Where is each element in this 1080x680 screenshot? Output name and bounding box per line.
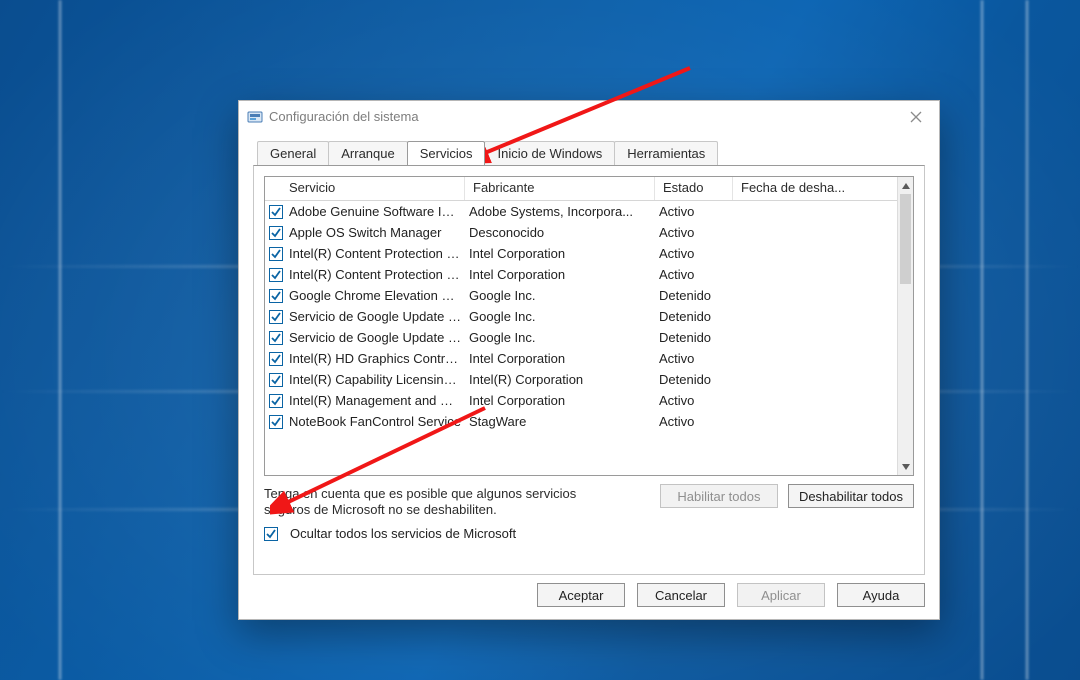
table-row[interactable]: Apple OS Switch ManagerDesconocidoActivo (265, 222, 897, 243)
list-header[interactable]: Servicio Fabricante Estado Fecha de desh… (265, 177, 913, 201)
services-listbox: Servicio Fabricante Estado Fecha de desh… (264, 176, 914, 476)
list-body[interactable]: Adobe Genuine Software Integri...Adobe S… (265, 201, 897, 475)
col-fecha[interactable]: Fecha de desha... (733, 177, 913, 200)
titlebar[interactable]: Configuración del sistema (239, 101, 939, 133)
checkbox-icon[interactable] (269, 310, 283, 324)
help-button[interactable]: Ayuda (837, 583, 925, 607)
checkbox-icon[interactable] (269, 205, 283, 219)
service-state: Detenido (659, 288, 737, 303)
service-name: Intel(R) Content Protection HEC... (289, 246, 469, 261)
service-name: Servicio de Google Update (gup... (289, 309, 469, 324)
service-manufacturer: Intel Corporation (469, 351, 659, 366)
checkbox-icon[interactable] (269, 247, 283, 261)
service-name: Intel(R) Content Protection HDC... (289, 267, 469, 282)
checkbox-icon[interactable] (269, 331, 283, 345)
table-row[interactable]: Intel(R) Content Protection HDC...Intel … (265, 264, 897, 285)
checkbox-icon[interactable] (269, 352, 283, 366)
col-estado[interactable]: Estado (655, 177, 733, 200)
service-state: Activo (659, 393, 737, 408)
service-manufacturer: Adobe Systems, Incorpora... (469, 204, 659, 219)
service-name: Apple OS Switch Manager (289, 225, 469, 240)
service-manufacturer: Intel(R) Corporation (469, 372, 659, 387)
service-name: NoteBook FanControl Service (289, 414, 469, 429)
table-row[interactable]: NoteBook FanControl ServiceStagWareActiv… (265, 411, 897, 432)
tab-arranque[interactable]: Arranque (328, 141, 407, 165)
tab-inicio-windows[interactable]: Inicio de Windows (484, 141, 615, 165)
service-manufacturer: Google Inc. (469, 330, 659, 345)
table-row[interactable]: Intel(R) Content Protection HEC...Intel … (265, 243, 897, 264)
table-row[interactable]: Servicio de Google Update (gup...Google … (265, 327, 897, 348)
scroll-thumb[interactable] (900, 194, 911, 284)
apply-button[interactable]: Aplicar (737, 583, 825, 607)
checkbox-icon (264, 527, 278, 541)
service-state: Activo (659, 204, 737, 219)
service-manufacturer: Google Inc. (469, 288, 659, 303)
service-state: Activo (659, 414, 737, 429)
vertical-scrollbar[interactable] (897, 177, 913, 475)
checkbox-icon[interactable] (269, 415, 283, 429)
tab-herramientas[interactable]: Herramientas (614, 141, 718, 165)
ok-button[interactable]: Aceptar (537, 583, 625, 607)
service-manufacturer: Intel Corporation (469, 393, 659, 408)
enable-all-button[interactable]: Habilitar todos (660, 484, 778, 508)
disable-all-button[interactable]: Deshabilitar todos (788, 484, 914, 508)
service-name: Intel(R) Capability Licensing Ser... (289, 372, 469, 387)
service-manufacturer: Google Inc. (469, 309, 659, 324)
checkbox-icon[interactable] (269, 226, 283, 240)
service-manufacturer: Intel Corporation (469, 267, 659, 282)
tab-general[interactable]: General (257, 141, 329, 165)
service-name: Intel(R) Management and Securi... (289, 393, 469, 408)
table-row[interactable]: Intel(R) HD Graphics Control Pa...Intel … (265, 348, 897, 369)
table-row[interactable]: Adobe Genuine Software Integri...Adobe S… (265, 201, 897, 222)
scroll-down-button[interactable] (898, 458, 913, 475)
col-servicio[interactable]: Servicio (265, 177, 465, 200)
service-state: Detenido (659, 372, 737, 387)
scroll-up-button[interactable] (898, 177, 913, 194)
table-row[interactable]: Intel(R) Capability Licensing Ser...Inte… (265, 369, 897, 390)
service-manufacturer: Intel Corporation (469, 246, 659, 261)
service-state: Activo (659, 225, 737, 240)
service-name: Servicio de Google Update (gup... (289, 330, 469, 345)
service-manufacturer: Desconocido (469, 225, 659, 240)
checkbox-icon[interactable] (269, 394, 283, 408)
hide-microsoft-services-checkbox[interactable]: Ocultar todos los servicios de Microsoft (264, 526, 516, 541)
hide-microsoft-services-label: Ocultar todos los servicios de Microsoft (290, 526, 516, 541)
tab-servicios[interactable]: Servicios (407, 141, 486, 165)
service-state: Activo (659, 246, 737, 261)
service-name: Google Chrome Elevation Service (289, 288, 469, 303)
service-name: Intel(R) HD Graphics Control Pa... (289, 351, 469, 366)
service-name: Adobe Genuine Software Integri... (289, 204, 469, 219)
tabstrip: General Arranque Servicios Inicio de Win… (253, 141, 925, 165)
service-state: Detenido (659, 309, 737, 324)
service-manufacturer: StagWare (469, 414, 659, 429)
table-row[interactable]: Intel(R) Management and Securi...Intel C… (265, 390, 897, 411)
tabpanel-servicios: Servicio Fabricante Estado Fecha de desh… (253, 165, 925, 575)
close-button[interactable] (899, 106, 933, 128)
msconfig-window: Configuración del sistema General Arranq… (238, 100, 940, 620)
disable-warning-text: Tenga en cuenta que es posible que algun… (264, 486, 624, 519)
window-title: Configuración del sistema (269, 109, 899, 124)
service-state: Activo (659, 267, 737, 282)
checkbox-icon[interactable] (269, 373, 283, 387)
checkbox-icon[interactable] (269, 268, 283, 282)
col-fabricante[interactable]: Fabricante (465, 177, 655, 200)
msconfig-icon (247, 109, 263, 125)
table-row[interactable]: Servicio de Google Update (gup...Google … (265, 306, 897, 327)
checkbox-icon[interactable] (269, 289, 283, 303)
cancel-button[interactable]: Cancelar (637, 583, 725, 607)
table-row[interactable]: Google Chrome Elevation ServiceGoogle In… (265, 285, 897, 306)
service-state: Detenido (659, 330, 737, 345)
service-state: Activo (659, 351, 737, 366)
